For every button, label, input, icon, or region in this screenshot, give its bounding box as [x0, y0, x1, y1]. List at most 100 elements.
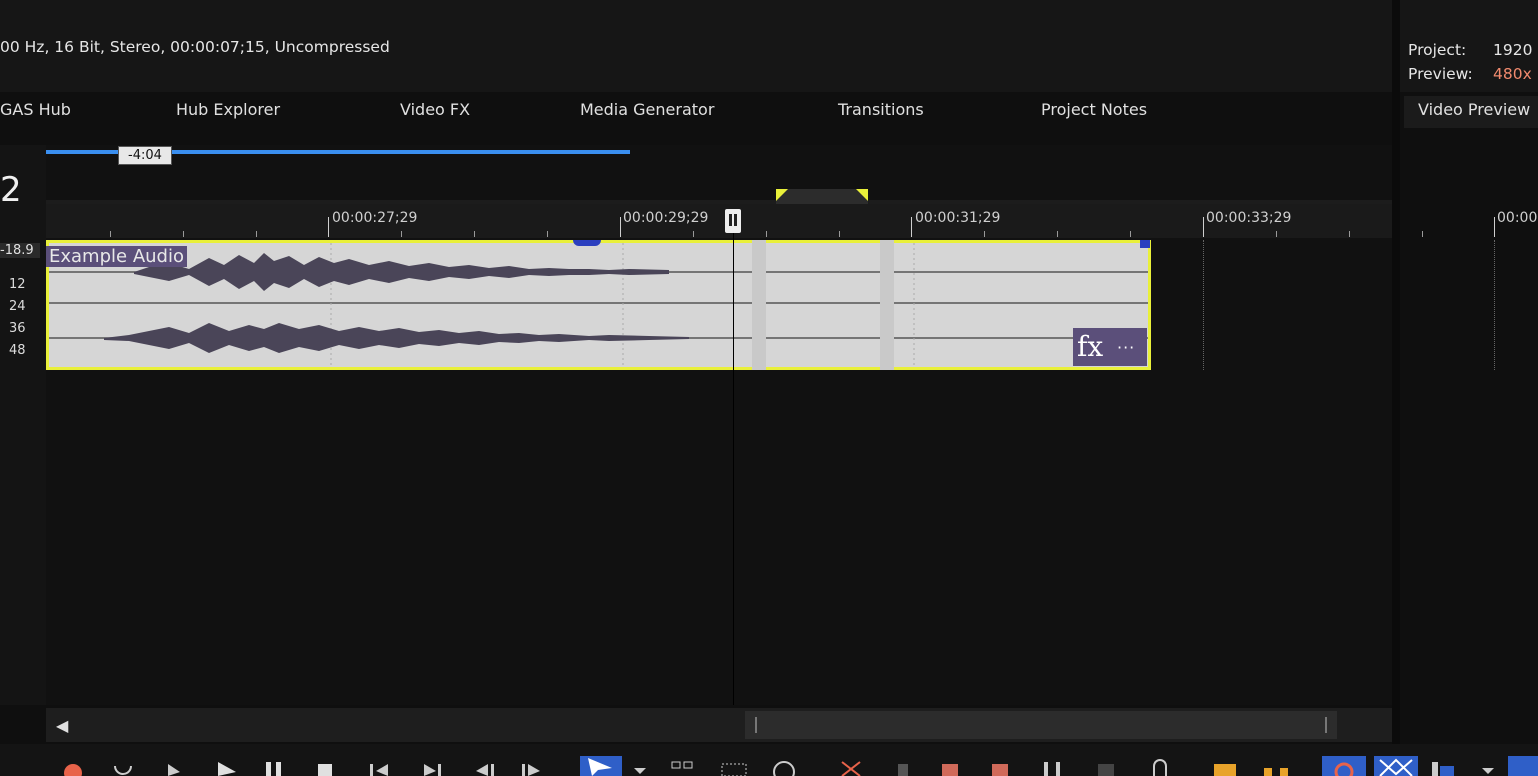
ruler-minor-tick — [183, 231, 184, 237]
ruler-minor-tick — [693, 231, 694, 237]
region-end-flag[interactable] — [856, 189, 868, 201]
ruler-minor-tick — [839, 231, 840, 237]
lock-icon[interactable] — [1153, 759, 1167, 776]
media-info-text: 00 Hz, 16 Bit, Stereo, 00:00:07;15, Unco… — [0, 38, 390, 56]
snapping-icon[interactable] — [1322, 756, 1366, 776]
go-to-start-icon[interactable] — [370, 764, 373, 776]
next-frame-icon[interactable] — [522, 764, 525, 776]
tab-project-notes[interactable]: Project Notes — [1041, 100, 1147, 119]
scroll-thumb[interactable] — [745, 711, 1337, 739]
ruler-minor-tick — [401, 231, 402, 237]
go-to-end-icon[interactable] — [424, 764, 436, 776]
audio-event[interactable] — [46, 240, 1151, 370]
fade-handle-end[interactable] — [1140, 240, 1150, 248]
grid-line — [1203, 240, 1204, 370]
chevron-down-icon[interactable] — [634, 768, 646, 774]
ripple-edit-icon[interactable] — [1432, 762, 1438, 776]
ruler-tick — [1203, 217, 1204, 237]
ruler-minor-tick — [256, 231, 257, 237]
pause-button-icon[interactable] — [266, 762, 271, 776]
region-icon[interactable] — [1264, 768, 1272, 776]
time-ruler[interactable] — [46, 204, 1392, 238]
ruler-tick — [1494, 217, 1495, 237]
playhead-cursor[interactable] — [733, 233, 734, 705]
project-value: 1920 — [1493, 41, 1533, 59]
loop-icon[interactable] — [114, 765, 132, 775]
preview-tab-bar: Video Preview — [1404, 96, 1538, 128]
ruler-minor-tick — [547, 231, 548, 237]
panel-divider[interactable] — [1392, 0, 1400, 776]
marker-icon[interactable] — [1214, 764, 1236, 776]
project-label: Project: — [1408, 41, 1467, 59]
ruler-label: 00:00:31;29 — [915, 210, 1001, 226]
db-scale-label: 48 — [9, 343, 26, 358]
play-icon[interactable] — [218, 762, 236, 776]
tab-gas-hub[interactable]: GAS Hub — [0, 100, 71, 119]
ignore-grouping-icon[interactable] — [1098, 764, 1114, 776]
top-strip — [0, 0, 1392, 37]
split-icon[interactable] — [1044, 762, 1048, 776]
tab-transitions[interactable]: Transitions — [838, 100, 924, 119]
db-scale-label: 12 — [9, 277, 26, 292]
ruler-label: 00:00:27;29 — [332, 210, 418, 226]
ruler-minor-tick — [1422, 231, 1423, 237]
more-icon: ··· — [1117, 338, 1136, 357]
tab-video-preview[interactable]: Video Preview — [1418, 100, 1530, 119]
track-number: 2 — [0, 170, 22, 210]
preview-value: 480x — [1493, 65, 1532, 83]
fade-handle[interactable] — [573, 240, 601, 246]
event-name-label: Example Audio — [46, 246, 187, 267]
scroll-left-arrow[interactable]: ◀ — [56, 716, 68, 735]
preview-label: Preview: — [1408, 65, 1473, 83]
ruler-label: 00:00:29;29 — [623, 210, 709, 226]
region-start-flag[interactable] — [776, 189, 788, 201]
ruler-minor-tick — [1057, 231, 1058, 237]
zoom-tool-icon[interactable] — [773, 761, 795, 776]
trim-end-icon[interactable] — [992, 764, 1008, 776]
ruler-minor-tick — [1130, 231, 1131, 237]
track-header[interactable] — [0, 145, 46, 705]
event-split-handle[interactable] — [752, 240, 766, 370]
tab-hub-explorer[interactable]: Hub Explorer — [176, 100, 280, 119]
audio-waveform — [49, 243, 1148, 367]
grid-options-icon[interactable] — [1508, 756, 1538, 776]
ruler-tick — [620, 217, 621, 237]
previous-frame-icon[interactable] — [476, 764, 488, 776]
ruler-label: 00:00:33;29 — [1206, 210, 1292, 226]
envelope-tool-icon[interactable] — [671, 761, 681, 769]
preview-info-row: Preview: 480x — [1408, 65, 1532, 83]
tab-video-fx[interactable]: Video FX — [400, 100, 470, 119]
play-from-start-icon[interactable] — [168, 764, 180, 776]
ruler-minor-tick — [474, 231, 475, 237]
ruler-tick — [328, 217, 329, 237]
thumb-grip-left — [755, 717, 757, 733]
ruler-minor-tick — [110, 231, 111, 237]
region-marker[interactable] — [776, 189, 868, 204]
stop-icon[interactable] — [318, 764, 332, 776]
grid-line — [1494, 240, 1495, 370]
ruler-minor-tick — [1276, 231, 1277, 237]
record-icon[interactable] — [64, 764, 82, 776]
event-fx-button[interactable]: fx ··· — [1073, 328, 1147, 366]
fx-icon: fx — [1077, 330, 1104, 363]
ruler-minor-tick — [1349, 231, 1350, 237]
chevron-down-icon[interactable] — [1482, 768, 1494, 774]
db-scale-label: 36 — [9, 321, 26, 336]
tab-media-generator[interactable]: Media Generator — [580, 100, 714, 119]
preview-toolbar — [1400, 0, 1538, 37]
ruler-tick — [911, 217, 912, 237]
project-info-row: Project: 1920 — [1408, 41, 1532, 59]
trim-start-icon[interactable] — [942, 764, 958, 776]
trim-icon[interactable] — [898, 764, 908, 776]
ruler-minor-tick — [766, 231, 767, 237]
thumb-grip-right — [1325, 717, 1327, 733]
loop-region-length: -4:04 — [118, 146, 172, 165]
playhead-handle[interactable] — [725, 209, 741, 233]
selection-tool-icon[interactable] — [721, 763, 747, 776]
event-split-handle[interactable] — [880, 240, 894, 370]
db-scale-label: 24 — [9, 299, 26, 314]
ruler-label: 00:00: — [1497, 210, 1538, 226]
volume-readout[interactable]: -18.9 — [0, 243, 40, 258]
pause-icon — [729, 214, 737, 226]
ruler-minor-tick — [984, 231, 985, 237]
